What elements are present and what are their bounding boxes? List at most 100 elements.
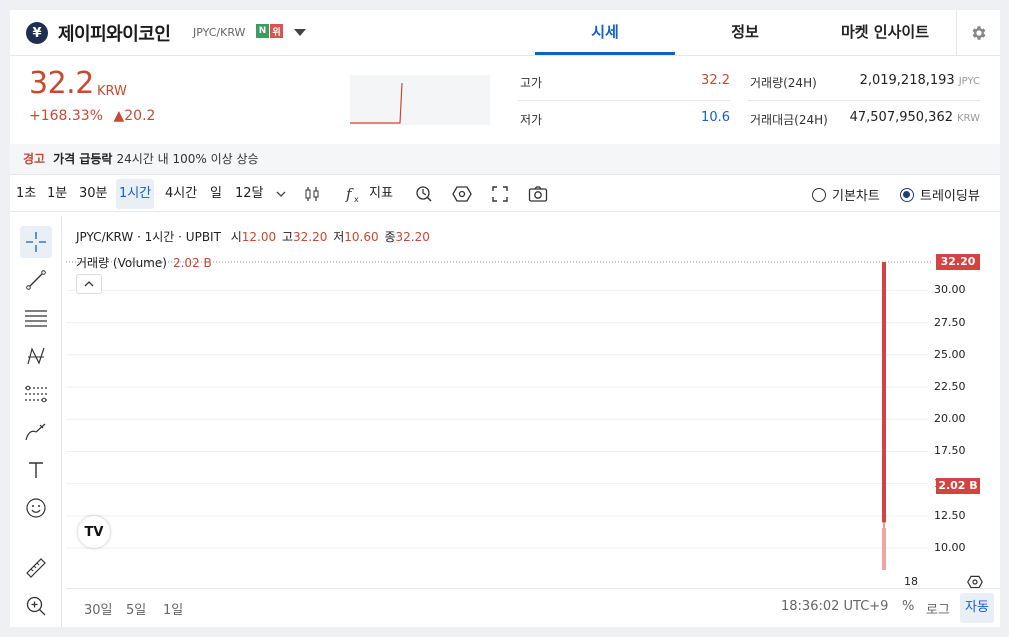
indicator-button[interactable]: fx — [340, 181, 366, 207]
zoom-in-icon — [26, 596, 46, 616]
screenshot-button[interactable] — [525, 181, 551, 207]
projection-icon — [25, 385, 47, 403]
chart-toolbar: 1초 1분 30분 1시간 4시간 일 12달 fx 지표 기본차트 트레이딩뷰 — [10, 174, 1000, 212]
divider — [518, 100, 730, 101]
range-30d[interactable]: 30일 — [84, 599, 113, 618]
legend-low-label: 저 — [333, 230, 345, 244]
crosshair-icon — [26, 232, 46, 252]
text-tool[interactable] — [20, 454, 52, 486]
tradingview-logo[interactable]: TV — [78, 516, 110, 548]
brush-icon — [25, 423, 46, 441]
low-value: 10.6 — [701, 110, 730, 125]
interval-dropdown[interactable] — [268, 181, 294, 207]
volume-24h: 2,019,218,193 JPYC — [830, 73, 980, 88]
y-tick-label: 10.00 — [934, 541, 966, 555]
radio-on-icon — [900, 187, 914, 202]
mini-sparkline — [350, 75, 490, 125]
price-change: +168.33% ▲20.2 — [29, 108, 155, 124]
chart-svg[interactable] — [66, 216, 1000, 588]
range-5d[interactable]: 5일 — [126, 599, 146, 618]
price-chart[interactable]: JPYC/KRW · 1시간 · UPBIT 시12.00 고32.20 저10… — [66, 216, 1000, 589]
candle-body[interactable] — [882, 262, 886, 523]
interval-1m[interactable]: 1분 — [44, 179, 70, 209]
volume-value: 2,019,218,193 — [859, 73, 955, 88]
horizontal-lines-icon — [25, 310, 47, 327]
warning-desc: 24시간 내 100% 이상 상승 — [116, 152, 259, 166]
fullscreen-icon — [492, 186, 508, 202]
y-tick-label: 25.00 — [934, 347, 966, 361]
legend-high-value: 32.20 — [293, 230, 328, 244]
y-tick-label: 17.50 — [934, 444, 966, 458]
percent-scale-button[interactable]: % — [902, 599, 914, 614]
volume-bar[interactable] — [882, 528, 886, 570]
gear-icon — [972, 25, 985, 40]
auto-scale-button[interactable]: 자동 — [960, 593, 994, 623]
brush-tool[interactable] — [20, 416, 52, 448]
current-price: 32.2 — [29, 66, 94, 101]
candle-type-button[interactable] — [299, 181, 325, 207]
tab-market-insight[interactable]: 마켓 인사이트 — [815, 10, 955, 55]
interval-4h[interactable]: 4시간 — [162, 179, 200, 209]
candlestick-icon — [305, 187, 319, 201]
zoom-tool[interactable] — [20, 590, 52, 622]
y-tick-label: 20.00 — [934, 412, 966, 426]
legend-close-value: 32.20 — [395, 230, 430, 244]
high-value: 32.2 — [701, 73, 730, 88]
alert-button[interactable] — [411, 181, 437, 207]
fullscreen-button[interactable] — [487, 181, 513, 207]
interval-1s[interactable]: 1초 — [13, 179, 39, 209]
pattern-tool[interactable] — [20, 340, 52, 372]
crosshair-tool[interactable] — [20, 226, 52, 258]
svg-text:f: f — [345, 185, 354, 203]
y-tick-label: 12.50 — [934, 508, 966, 522]
interval-day[interactable]: 일 — [207, 179, 225, 209]
y-tick-label: 30.00 — [934, 283, 966, 297]
coin-logo-icon: ¥ — [26, 22, 48, 44]
coin-name: 제이피와이코인 — [58, 24, 171, 45]
warning-tag: 경고 — [23, 152, 46, 166]
price-unit: KRW — [97, 84, 127, 99]
settings-button[interactable] — [956, 10, 1000, 55]
low-label: 저가 — [520, 113, 543, 127]
badge-new: N — [256, 24, 269, 38]
tab-info[interactable]: 정보 — [675, 10, 815, 55]
y-tick-label: 22.50 — [934, 380, 966, 393]
warning-banner: 경고 가격 급등락 24시간 내 100% 이상 상승 — [10, 144, 1000, 174]
chevron-up-icon — [84, 281, 94, 287]
legend-open-value: 12.00 — [241, 230, 277, 244]
chart-legend: JPYC/KRW · 1시간 · UPBIT 시12.00 고32.20 저10… — [76, 228, 430, 245]
collapse-legend-button[interactable] — [76, 274, 102, 294]
basic-chart-label: 기본차트 — [832, 189, 880, 204]
chevron-down-icon[interactable] — [294, 29, 306, 36]
settings-hex-button[interactable] — [449, 181, 475, 207]
app-window: ¥ 제이피와이코인 JPYC/KRW N 위 시세 정보 마켓 인사이트 32.… — [10, 10, 1000, 627]
interval-30m[interactable]: 30분 — [76, 179, 111, 209]
clock-time[interactable]: 18:36:02 UTC+9 — [781, 599, 888, 614]
volume-legend-label: 거래량 (Volume) — [76, 256, 167, 270]
svg-text:x: x — [354, 195, 359, 203]
amount-value: 47,507,950,362 — [849, 110, 953, 125]
emoji-tool[interactable] — [20, 492, 52, 524]
fib-tool[interactable] — [20, 302, 52, 334]
warning-title: 가격 급등락 — [53, 152, 113, 166]
ruler-icon — [26, 558, 46, 578]
pattern-icon — [27, 347, 45, 365]
legend-low-value: 10.60 — [344, 230, 379, 244]
indicator-label[interactable]: 지표 — [366, 179, 396, 209]
log-scale-button[interactable]: 로그 — [926, 599, 950, 618]
legend-high-label: 고 — [281, 230, 294, 244]
range-1d[interactable]: 1일 — [163, 599, 183, 618]
radio-tradingview[interactable]: 트레이딩뷰 — [900, 185, 980, 204]
hexagon-icon — [452, 186, 472, 202]
measure-tool[interactable] — [20, 552, 52, 584]
trendline-tool[interactable] — [20, 264, 52, 296]
alert-clock-icon — [416, 186, 432, 202]
amount-unit: KRW — [957, 113, 980, 124]
projection-tool[interactable] — [20, 378, 52, 410]
interval-12mo[interactable]: 12달 — [232, 179, 267, 209]
sparkline-line — [350, 82, 403, 124]
volume-legend: 거래량 (Volume) 2.02 B — [76, 254, 212, 271]
tab-quote[interactable]: 시세 — [535, 10, 675, 55]
interval-1h[interactable]: 1시간 — [116, 179, 155, 209]
radio-basic-chart[interactable]: 기본차트 — [812, 185, 880, 204]
